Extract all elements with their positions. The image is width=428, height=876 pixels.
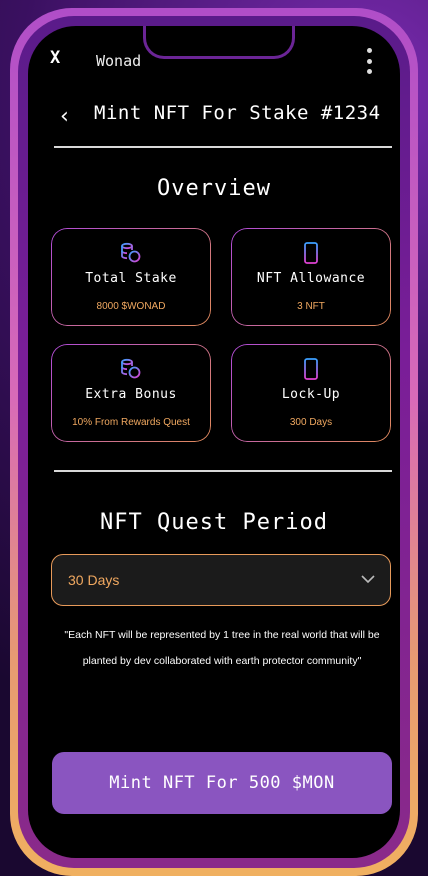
mint-nft-button[interactable]: Mint NFT For 500 $MON [52,752,392,814]
page-title: Mint NFT For Stake #1234 [94,102,381,124]
coins-icon [121,358,141,379]
phone-screen: X Wonad ‹ Mint NFT For Stake #1234 Overv… [28,26,400,858]
quest-period-select[interactable]: 30 Days [51,554,391,606]
phone-icon [304,358,318,380]
divider [54,146,392,148]
phone-icon [304,242,318,264]
card-value: 8000 $WONAD [96,301,166,312]
card-label: NFT Allowance [256,271,366,286]
card-label: Total Stake [85,271,177,286]
card-nft-allowance: NFT Allowance 3 NFT [231,228,391,326]
card-label: Extra Bonus [85,387,177,402]
chevron-down-icon [361,575,375,584]
card-value: 300 Days [289,417,333,428]
card-lock-up: Lock-Up 300 Days [231,344,391,442]
app-name: Wonad [96,52,142,70]
more-menu-icon[interactable] [364,48,374,74]
card-value: 10% From Rewards Quest [72,417,190,428]
close-button[interactable]: X [50,48,60,68]
card-value: 3 NFT [297,301,325,312]
quest-period-value: 30 Days [68,572,120,588]
card-extra-bonus: Extra Bonus 10% From Rewards Quest [51,344,211,442]
overview-heading: Overview [157,176,271,201]
nft-tree-note: "Each NFT will be represented by 1 tree … [64,629,380,667]
phone-frame: X Wonad ‹ Mint NFT For Stake #1234 Overv… [10,8,418,876]
card-total-stake: Total Stake 8000 $WONAD [51,228,211,326]
quest-period-heading: NFT Quest Period [100,510,328,535]
notch [146,26,292,56]
card-label: Lock-Up [281,387,341,402]
back-button[interactable]: ‹ [58,104,71,129]
phone-bezel: X Wonad ‹ Mint NFT For Stake #1234 Overv… [18,16,410,868]
coins-icon [121,242,141,263]
divider [54,470,392,472]
